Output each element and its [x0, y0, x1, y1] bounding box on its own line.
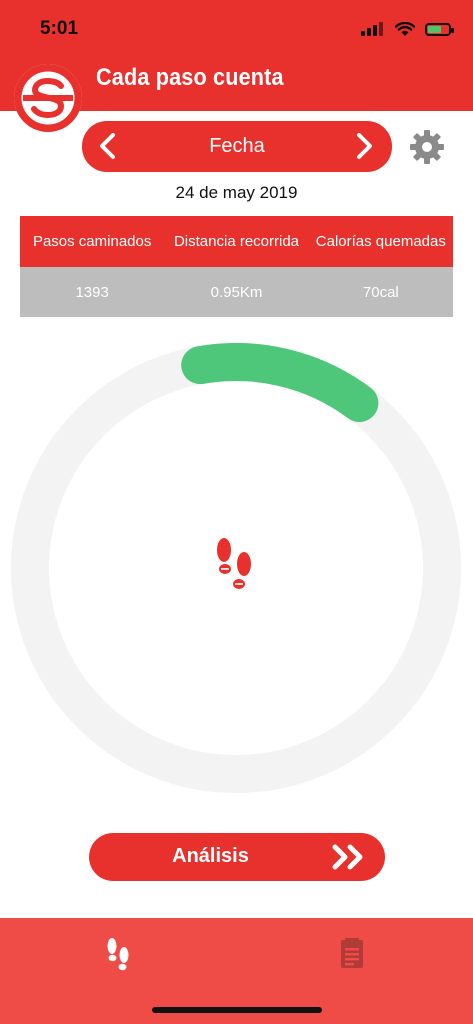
app-logo [14, 64, 82, 132]
header-distance: Distancia recorrida [173, 233, 300, 250]
value-distance: 0.95Km [210, 283, 263, 301]
app-title: Cada paso cuenta [96, 64, 284, 91]
report-icon [341, 938, 363, 968]
stats-table: Pasos caminados Distancia recorrida Calo… [20, 216, 453, 317]
tab-steps[interactable] [100, 936, 136, 976]
home-indicator [152, 1007, 322, 1013]
footprints-icon [212, 536, 258, 594]
selected-date: 24 de may 2019 [175, 183, 298, 202]
wifi-icon [395, 21, 415, 36]
value-calories: 70cal [362, 283, 399, 301]
date-navigator: Fecha [82, 121, 392, 172]
header-steps: Pasos caminados [32, 233, 152, 250]
progress-arc [181, 343, 379, 423]
chevron-right-icon [357, 133, 372, 159]
tab-report[interactable] [334, 936, 370, 976]
header-calories: Calorías quemadas [315, 233, 446, 250]
stats-header-row: Pasos caminados Distancia recorrida Calo… [20, 216, 453, 267]
gear-icon [410, 130, 444, 164]
analysis-button[interactable]: Análisis [89, 833, 385, 881]
cellular-signal-icon [361, 22, 385, 36]
value-steps: 1393 [75, 283, 109, 301]
stats-value-row: 1393 0.95Km 70cal [20, 267, 453, 317]
status-icons [361, 20, 454, 38]
next-date-button[interactable] [346, 129, 380, 163]
battery-icon [425, 22, 454, 36]
analysis-label: Análisis [172, 845, 249, 867]
double-chevron-right-icon [332, 844, 363, 870]
status-time: 5:01 [40, 18, 79, 39]
footprints-icon [107, 938, 129, 971]
settings-button[interactable] [408, 128, 446, 166]
